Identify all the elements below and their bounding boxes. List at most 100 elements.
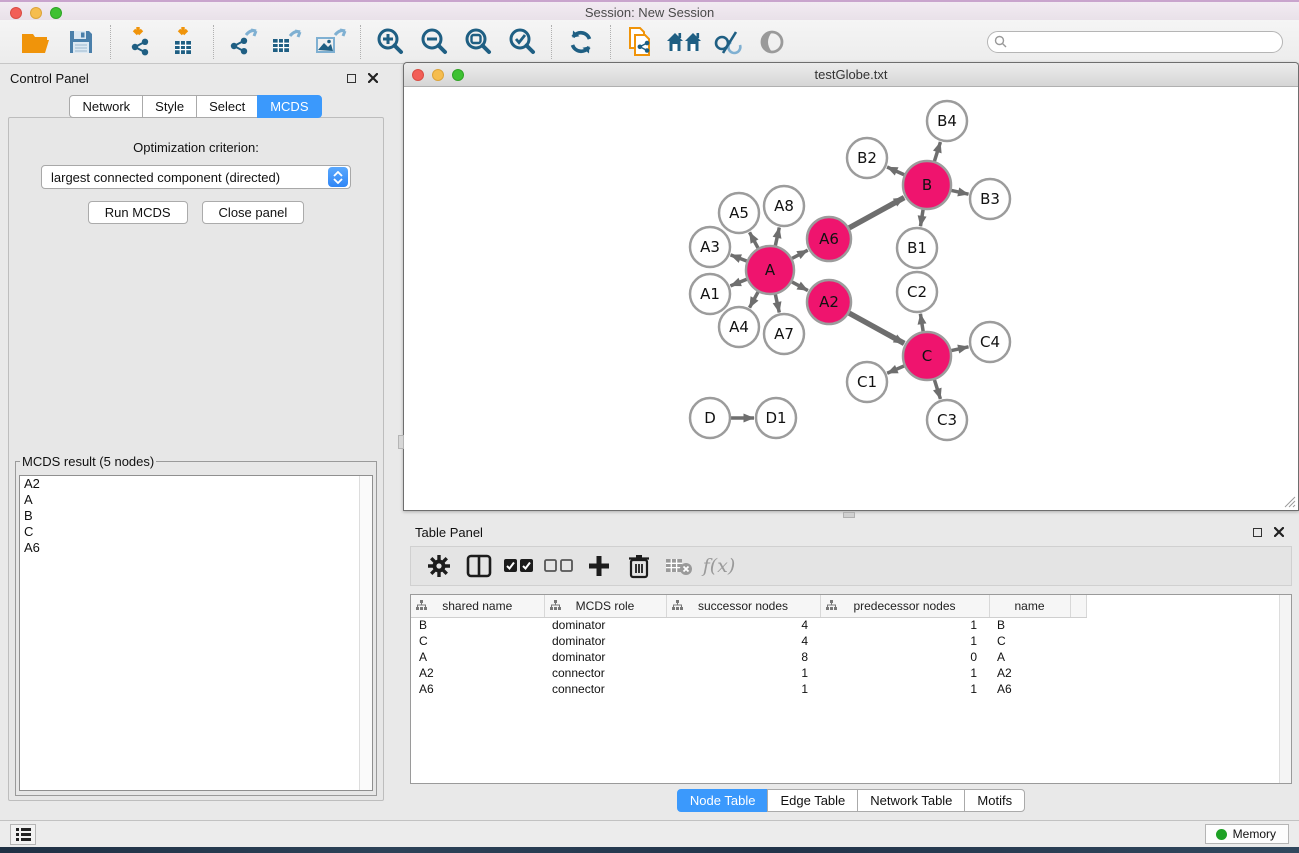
split-columns-icon[interactable]	[461, 550, 497, 582]
node-A5[interactable]: A5	[719, 193, 759, 233]
tab-mcds[interactable]: MCDS	[257, 95, 321, 118]
export-image-icon[interactable]	[312, 25, 350, 59]
table-cell[interactable]: 4	[666, 633, 820, 649]
node-B1[interactable]: B1	[897, 228, 937, 268]
home-icon[interactable]	[665, 25, 703, 59]
table-cell[interactable]: dominator	[544, 617, 666, 633]
node-C3[interactable]: C3	[927, 400, 967, 440]
network-canvas[interactable]: B4B2BB3A5A8A6B1A3AA1C2A2A4A7C4CC1C3DD1	[405, 88, 1297, 509]
node-A[interactable]: A	[746, 246, 794, 294]
mcds-result-item[interactable]: C	[20, 524, 372, 540]
node-A3[interactable]: A3	[690, 227, 730, 267]
edge-A-A1[interactable]	[730, 279, 746, 286]
tab-network-table[interactable]: Network Table	[857, 789, 965, 812]
edge-B-B3[interactable]	[951, 190, 968, 194]
edge-C-C4[interactable]	[951, 347, 968, 351]
table-cell[interactable]: B	[989, 617, 1070, 633]
table-cell[interactable]: A6	[411, 681, 544, 697]
edge-A2-C[interactable]	[849, 313, 904, 343]
duplicate-network-icon[interactable]	[621, 25, 659, 59]
table-cell[interactable]: dominator	[544, 633, 666, 649]
refresh-icon[interactable]	[562, 25, 600, 59]
edge-B-B1[interactable]	[920, 210, 923, 227]
node-D1[interactable]: D1	[756, 398, 796, 438]
edge-A6-B[interactable]	[849, 198, 904, 228]
edge-A-A8[interactable]	[775, 227, 779, 245]
tab-node-table[interactable]: Node Table	[677, 789, 769, 812]
tab-select[interactable]: Select	[196, 95, 258, 118]
save-session-icon[interactable]	[62, 25, 100, 59]
open-file-icon[interactable]	[18, 25, 56, 59]
table-cell[interactable]: 1	[820, 681, 989, 697]
panel-divider-handle[interactable]	[398, 435, 404, 449]
window-resize-grip[interactable]	[1282, 494, 1296, 508]
float-table-panel-icon[interactable]	[1249, 524, 1265, 540]
node-A2[interactable]: A2	[807, 280, 851, 324]
column-header-predecessor-nodes[interactable]: predecessor nodes	[820, 595, 989, 617]
node-B2[interactable]: B2	[847, 138, 887, 178]
table-cell[interactable]: A	[411, 649, 544, 665]
node-B3[interactable]: B3	[970, 179, 1010, 219]
column-header-successor-nodes[interactable]: successor nodes	[666, 595, 820, 617]
node-A4[interactable]: A4	[719, 307, 759, 347]
network-graph[interactable]: B4B2BB3A5A8A6B1A3AA1C2A2A4A7C4CC1C3DD1	[405, 88, 1297, 509]
edge-A-A3[interactable]	[731, 255, 747, 261]
export-network-icon[interactable]	[224, 25, 262, 59]
import-table-icon[interactable]	[165, 25, 203, 59]
table-cell[interactable]: A	[989, 649, 1070, 665]
table-cell[interactable]: C	[989, 633, 1070, 649]
node-D[interactable]: D	[690, 398, 730, 438]
node-C4[interactable]: C4	[970, 322, 1010, 362]
table-cell[interactable]: C	[411, 633, 544, 649]
select-all-checks-icon[interactable]	[501, 550, 537, 582]
table-row[interactable]: Cdominator41C	[411, 633, 1086, 649]
table-cell[interactable]: 4	[666, 617, 820, 633]
edge-A-A2[interactable]	[792, 282, 808, 291]
mcds-result-item[interactable]: B	[20, 508, 372, 524]
table-cell[interactable]: A2	[411, 665, 544, 681]
table-row[interactable]: Adominator80A	[411, 649, 1086, 665]
mcds-result-item[interactable]: A2	[20, 476, 372, 492]
node-C2[interactable]: C2	[897, 272, 937, 312]
tab-network[interactable]: Network	[69, 95, 143, 118]
edge-B-B2[interactable]	[887, 167, 904, 175]
close-panel-icon[interactable]	[365, 70, 381, 86]
settings-gear-icon[interactable]	[421, 550, 457, 582]
table-cell[interactable]: 1	[666, 681, 820, 697]
table-cell[interactable]: A2	[989, 665, 1070, 681]
hide-glasses-icon[interactable]	[709, 25, 747, 59]
delete-row-icon[interactable]	[621, 550, 657, 582]
table-cell[interactable]: 1	[820, 633, 989, 649]
mcds-result-item[interactable]: A	[20, 492, 372, 508]
edge-B-B4[interactable]	[934, 142, 940, 161]
table-row[interactable]: A6connector11A6	[411, 681, 1086, 697]
node-A8[interactable]: A8	[764, 186, 804, 226]
close-panel-button[interactable]: Close panel	[202, 201, 305, 224]
network-window-titlebar[interactable]: testGlobe.txt	[404, 63, 1298, 87]
search-input[interactable]	[987, 31, 1283, 53]
table-cell[interactable]: connector	[544, 665, 666, 681]
close-table-panel-icon[interactable]	[1271, 524, 1287, 540]
zoom-in-icon[interactable]	[371, 25, 409, 59]
export-table-icon[interactable]	[268, 25, 306, 59]
column-header-shared-name[interactable]: shared name	[411, 595, 544, 617]
table-scrollbar[interactable]	[1279, 595, 1291, 783]
edge-C-C2[interactable]	[920, 314, 923, 332]
table-cell[interactable]: 0	[820, 649, 989, 665]
optimization-criterion-select[interactable]: largest connected component (directed)	[41, 165, 351, 189]
zoom-selected-icon[interactable]	[503, 25, 541, 59]
node-B4[interactable]: B4	[927, 101, 967, 141]
tab-edge-table[interactable]: Edge Table	[767, 789, 858, 812]
column-header-MCDS-role[interactable]: MCDS role	[544, 595, 666, 617]
table-cell[interactable]: connector	[544, 681, 666, 697]
table-cell[interactable]: dominator	[544, 649, 666, 665]
table-cell[interactable]: 1	[820, 617, 989, 633]
column-header-name[interactable]: name	[989, 595, 1070, 617]
table-row[interactable]: A2connector11A2	[411, 665, 1086, 681]
node-A1[interactable]: A1	[690, 274, 730, 314]
edge-C-C3[interactable]	[934, 380, 940, 399]
table-cell[interactable]: 1	[666, 665, 820, 681]
mcds-result-list[interactable]: A2ABCA6	[19, 475, 373, 791]
table-row[interactable]: Bdominator41B	[411, 617, 1086, 633]
node-C[interactable]: C	[903, 332, 951, 380]
